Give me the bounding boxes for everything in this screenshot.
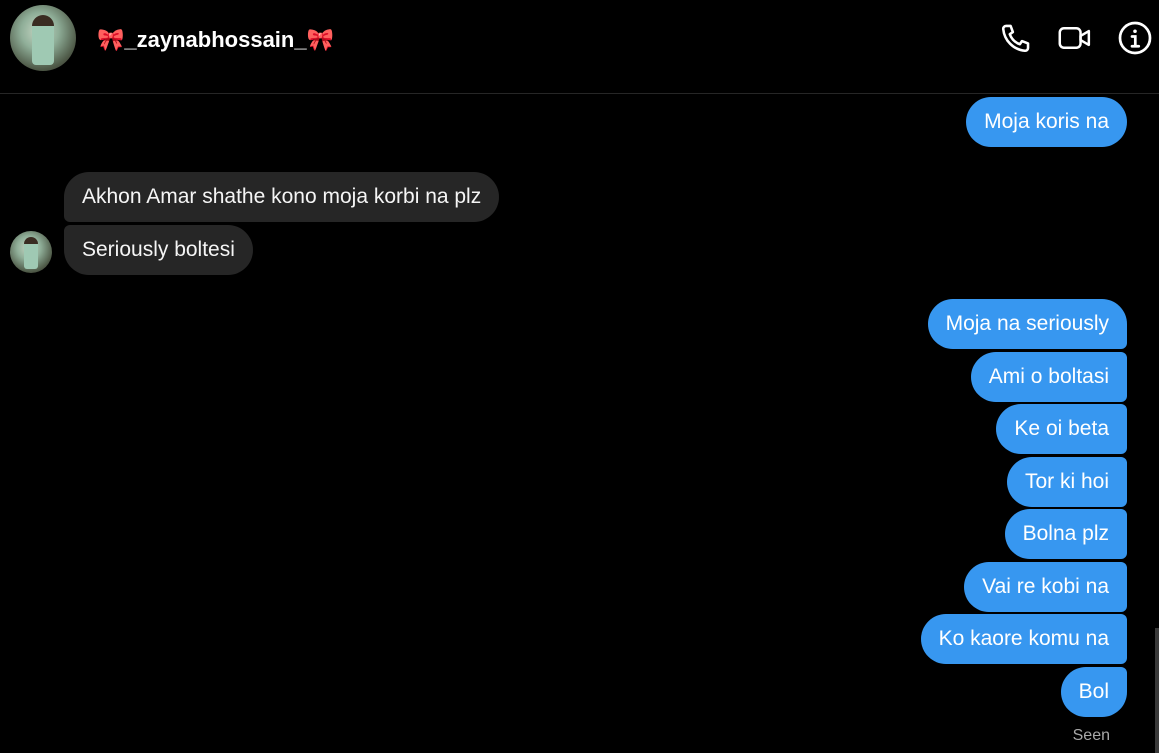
chat-username[interactable]: 🎀_zaynabhossain_🎀 [97,26,334,54]
outgoing-message[interactable]: Vai re kobi na [964,562,1127,612]
chat-header: 🎀_zaynabhossain_🎀 [0,0,1159,94]
outgoing-message[interactable]: Moja koris na [966,97,1127,147]
sender-avatar[interactable] [10,231,52,273]
bow-emoji-right: 🎀 [306,27,334,52]
scrollbar[interactable] [1155,628,1159,753]
outgoing-message[interactable]: Ami o boltasi [970,352,1127,402]
info-icon[interactable] [1117,20,1153,56]
outgoing-message[interactable]: Ke oi beta [996,404,1127,454]
message-thread[interactable]: Moja koris na Akhon Amar shathe kono moj… [0,95,1159,753]
phone-icon[interactable] [998,20,1034,56]
outgoing-message[interactable]: Tor ki hoi [1006,457,1127,507]
outgoing-message[interactable]: Ko kaore komu na [920,614,1127,664]
outgoing-message[interactable]: Bolna plz [1004,509,1127,559]
incoming-message[interactable]: Seriously boltesi [64,225,253,275]
username-text: _zaynabhossain_ [124,27,307,52]
outgoing-message[interactable]: Bol [1060,667,1127,717]
video-camera-icon[interactable] [1057,20,1093,56]
avatar-figure [32,15,54,65]
outgoing-message[interactable]: Moja na seriously [927,299,1127,349]
incoming-message[interactable]: Akhon Amar shathe kono moja korbi na plz [64,172,500,222]
seen-status: Seen [1072,727,1110,744]
bow-emoji-left: 🎀 [97,27,125,52]
avatar-figure [24,237,38,269]
profile-avatar[interactable] [10,5,76,71]
